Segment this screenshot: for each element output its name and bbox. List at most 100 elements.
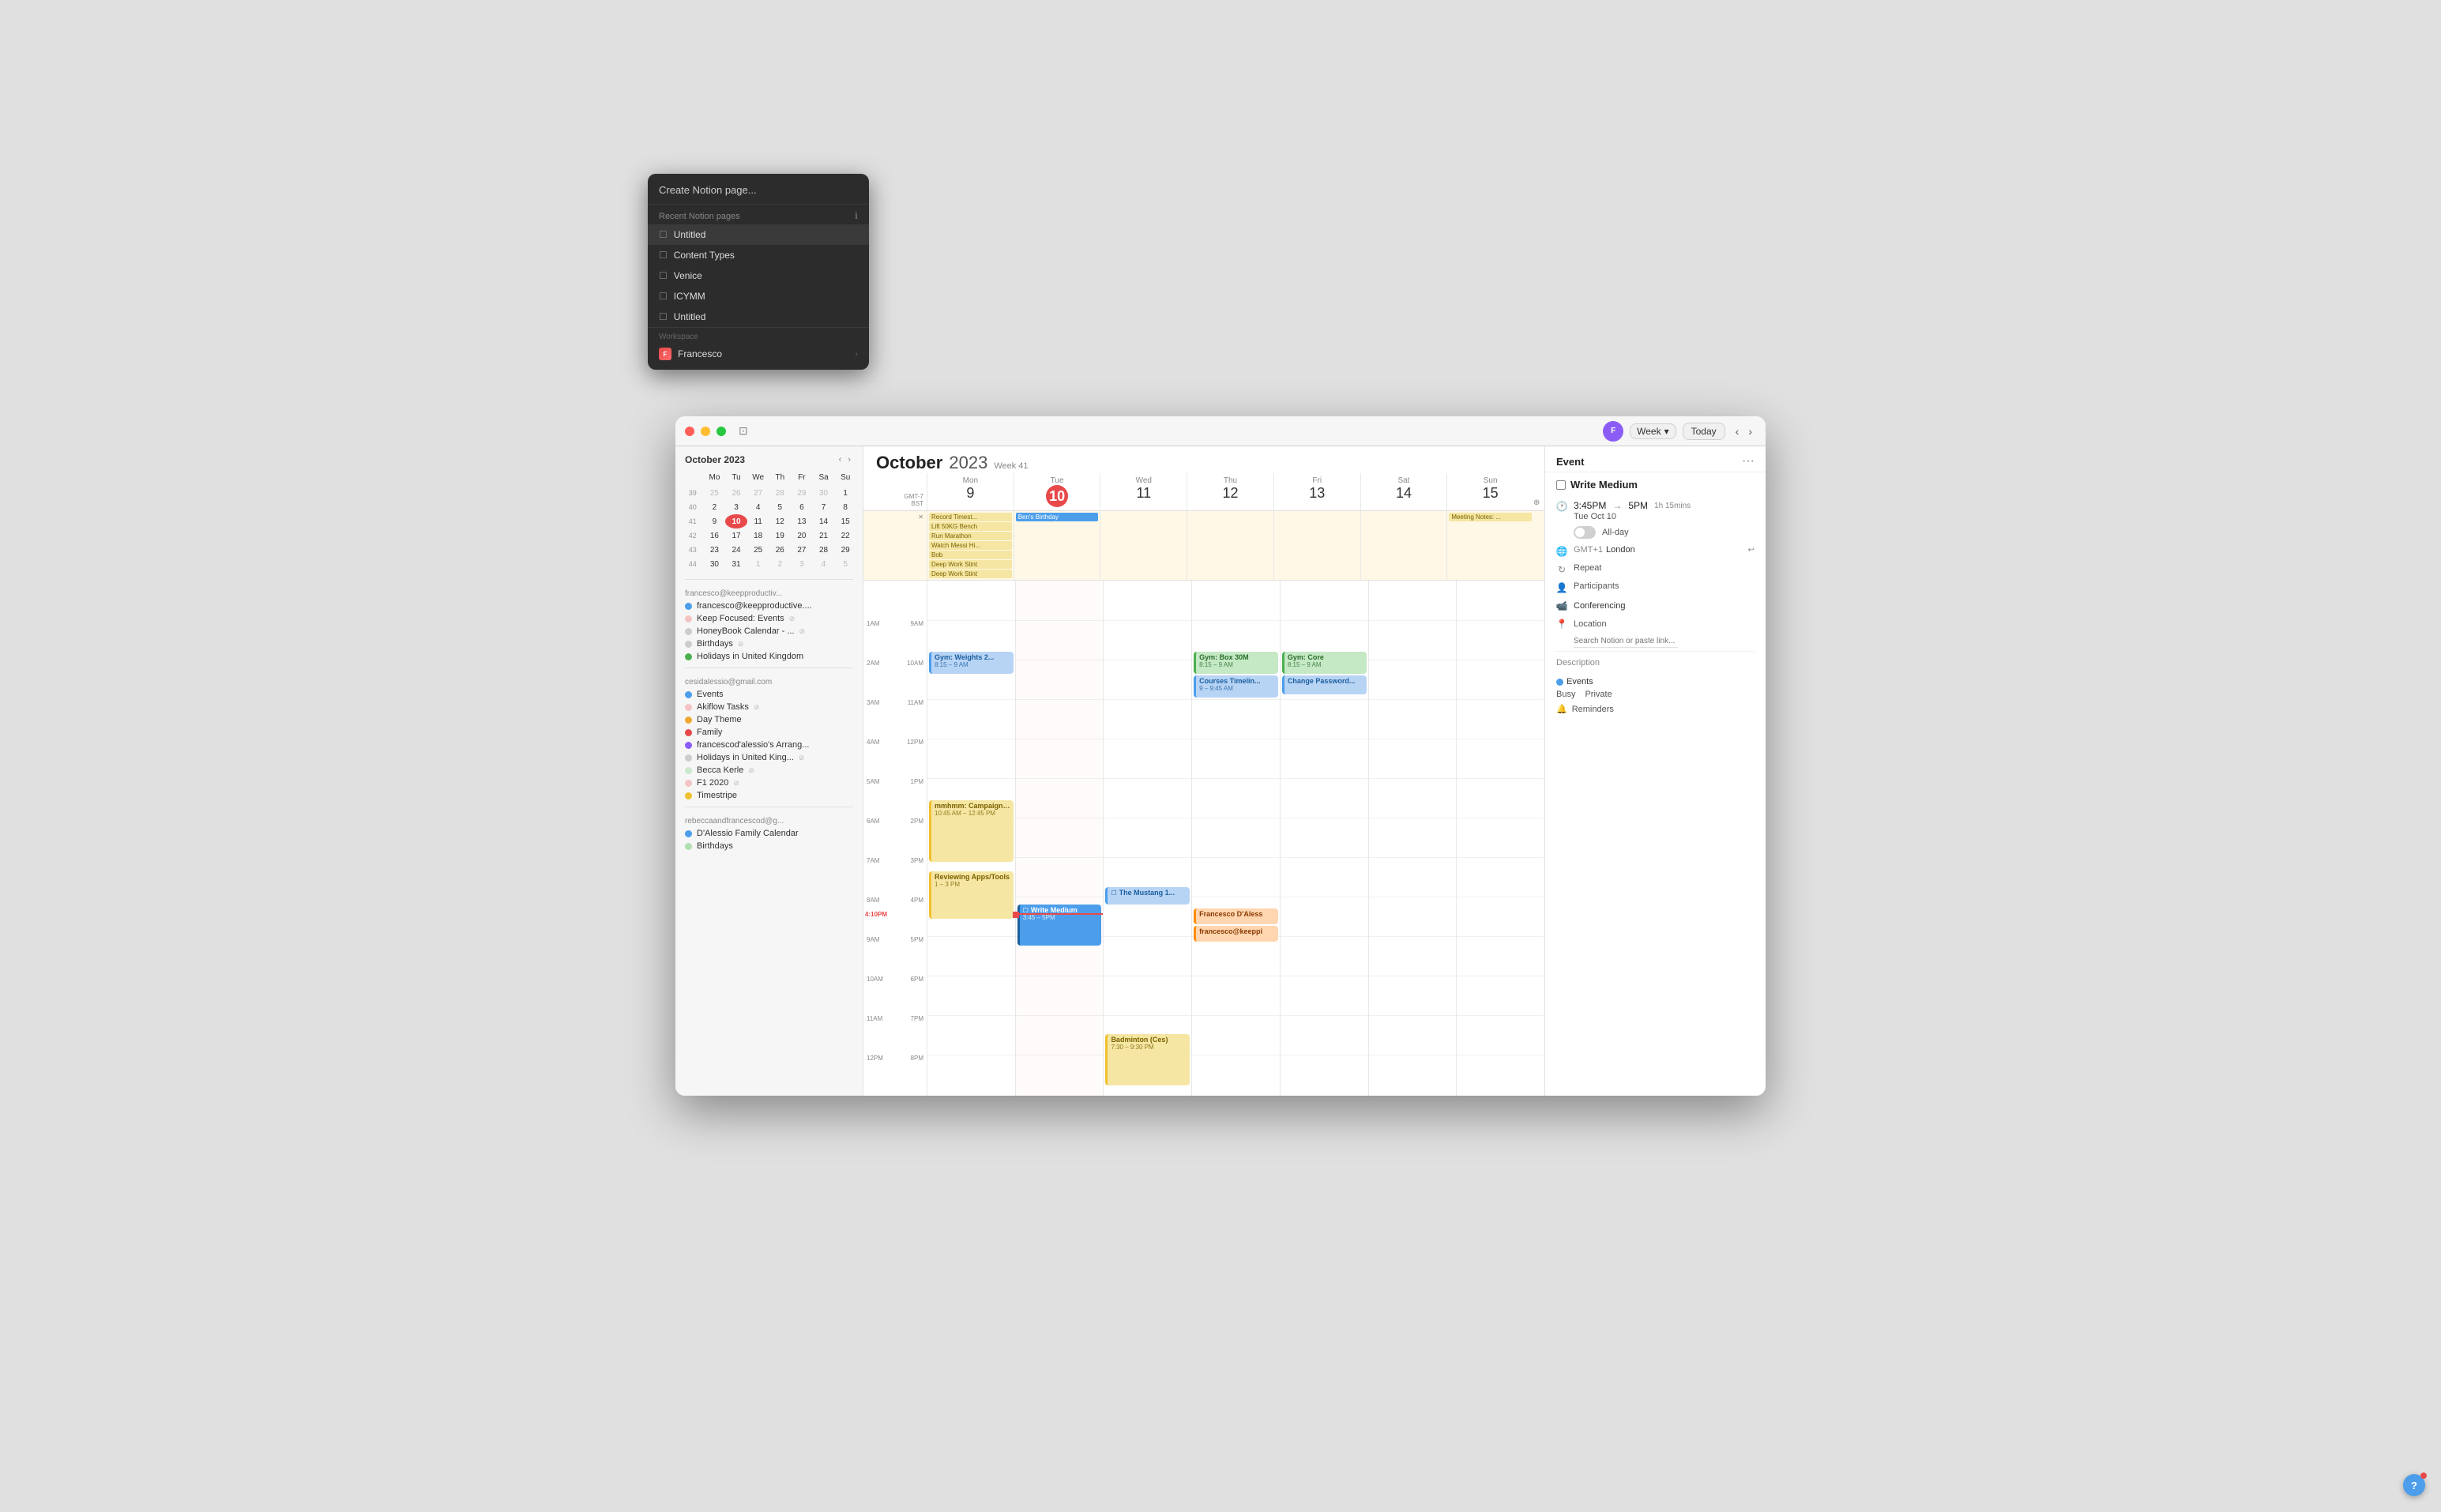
busy-label[interactable]: Busy (1556, 690, 1575, 699)
calendar-item-holidays-uk-2[interactable]: Holidays in United King... ⊘ (675, 751, 863, 764)
notion-item-icymm[interactable]: ☐ ICYMM (648, 286, 869, 307)
notion-help-icon[interactable]: ℹ (855, 211, 858, 221)
day-col-thu[interactable]: Gym: Box 30M 8:15 – 9 AM Courses Timelin… (1191, 581, 1280, 1096)
conferencing-row: 📹 Conferencing (1556, 596, 1755, 615)
day-header-tue[interactable]: Tue 10 (1014, 473, 1100, 510)
cal-badge-dot (1556, 679, 1563, 686)
mini-cal-week-40: 40 2 3 4 5 6 7 8 (682, 500, 856, 514)
calendar-item-events[interactable]: Events (675, 688, 863, 701)
day-col-fri[interactable]: Gym: Core 8:15 – 9 AM Change Password... (1280, 581, 1368, 1096)
notion-workspace-item[interactable]: F Francesco › (659, 344, 858, 363)
allday-toggle[interactable] (1574, 526, 1596, 539)
page-icon: ☐ (659, 311, 668, 322)
day-col-tue[interactable]: ☐ Write Medium 3:45 – 5PM (1015, 581, 1104, 1096)
calendar-item-becca[interactable]: Becca Kerle ⊘ (675, 764, 863, 777)
calendar-item-family[interactable]: Family (675, 726, 863, 739)
event-badminton[interactable]: Badminton (Ces) 7:30 – 9:30 PM (1105, 1034, 1190, 1085)
conferencing-label[interactable]: Conferencing (1574, 601, 1625, 611)
event-options-button[interactable]: ··· (1742, 454, 1755, 468)
banner-event[interactable]: Bob (929, 551, 1012, 559)
day-header-mon[interactable]: Mon 9 (927, 473, 1014, 510)
main-window: ⊡ F Week ▾ Today ‹ › October 2023 ‹ (675, 416, 1766, 1096)
day-col-sat[interactable] (1368, 581, 1457, 1096)
banner-event[interactable]: Run Marathon (929, 532, 1012, 540)
avatar[interactable]: F (1603, 421, 1623, 442)
event-reviewing[interactable]: Reviewing Apps/Tools 1 – 3 PM (929, 871, 1014, 919)
day-col-wed[interactable]: ☐ The Mustang 1... Badminton (Ces) 7:30 … (1103, 581, 1191, 1096)
cal-dot (685, 843, 692, 850)
maximize-button[interactable] (717, 427, 726, 436)
mini-cal-prev[interactable]: ‹ (837, 454, 844, 465)
mini-cal-today[interactable]: 10 (725, 514, 747, 528)
calendar-item-dalessio-family[interactable]: D'Alessio Family Calendar (675, 827, 863, 840)
workspace-arrow-icon: › (856, 350, 858, 359)
calendar-item-keepfocused[interactable]: Keep Focused: Events ⊘ (675, 612, 863, 625)
event-mustang[interactable]: ☐ The Mustang 1... (1105, 887, 1190, 905)
timezone-edit-icon[interactable]: ↩ (1748, 546, 1755, 555)
day-col-mon[interactable]: Gym: Weights 2... 8:15 – 9 AM mmhmm: Cam… (927, 581, 1015, 1096)
right-panel-title: Event (1556, 456, 1584, 468)
event-mmhmm[interactable]: mmhmm: Campaign [Film & Edit] 10:45 AM –… (929, 800, 1014, 862)
prev-arrow[interactable]: ‹ (1732, 423, 1743, 439)
calendar-item-holidays-uk[interactable]: Holidays in United Kingdom (675, 650, 863, 663)
event-gym-core[interactable]: Gym: Core 8:15 – 9 AM (1282, 652, 1367, 674)
event-gym-weights[interactable]: Gym: Weights 2... 8:15 – 9 AM (929, 652, 1014, 674)
repeat-label[interactable]: Repeat (1574, 563, 1601, 573)
notion-item-untitled-1[interactable]: ☐ Untitled (648, 224, 869, 245)
event-francesco-daless[interactable]: Francesco D'Aless (1194, 908, 1278, 924)
notion-search-input[interactable] (1574, 635, 1678, 648)
banner-event[interactable]: Watch Messi Hi... (929, 541, 1012, 550)
allday-wed (1100, 511, 1187, 580)
minimize-button[interactable] (701, 427, 710, 436)
help-button[interactable]: ? (2403, 1474, 2425, 1496)
day-header-fri[interactable]: Fri 13 (1273, 473, 1360, 510)
allday-event-birthday[interactable]: Ben's Birthday (1016, 513, 1099, 521)
day-header-sun[interactable]: Sun 15 (1446, 473, 1533, 510)
mini-cal-next[interactable]: › (845, 454, 853, 465)
event-checkbox[interactable] (1556, 480, 1566, 490)
notion-create-label: Create Notion page... (659, 184, 757, 196)
reminders-label[interactable]: Reminders (1572, 705, 1614, 714)
banner-event[interactable]: Deep Work Stint (929, 560, 1012, 569)
participants-label[interactable]: Participants (1574, 581, 1619, 591)
day-header-wed[interactable]: Wed 11 (1100, 473, 1187, 510)
cal-dot (685, 780, 692, 787)
calendar-item-francescod[interactable]: francescod'alessio's Arrang... (675, 739, 863, 751)
allday-event-meeting[interactable]: Meeting Notes: ... (1449, 513, 1532, 521)
hidden-icon: ⊘ (789, 615, 795, 623)
next-arrow[interactable]: › (1744, 423, 1756, 439)
calendar-item-honeybook[interactable]: HoneyBook Calendar - ... ⊘ (675, 625, 863, 638)
event-gym-box[interactable]: Gym: Box 30M 8:15 – 9 AM (1194, 652, 1278, 674)
event-change-passwords[interactable]: Change Password... (1282, 675, 1367, 694)
event-francesco-keeppi[interactable]: francesco@keeppi (1194, 926, 1278, 942)
calendar-item-birthdays-3[interactable]: Birthdays (675, 840, 863, 852)
calendar-item-keepproductive[interactable]: francesco@keepproductive.... (675, 600, 863, 612)
private-label[interactable]: Private (1585, 690, 1612, 699)
banner-event[interactable]: Lift 50KG Bench (929, 522, 1012, 531)
close-button[interactable] (685, 427, 694, 436)
day-header-thu[interactable]: Thu 12 (1187, 473, 1273, 510)
banner-event[interactable]: Record Timest... (929, 513, 1012, 521)
today-button[interactable]: Today (1683, 423, 1725, 440)
day-col-sun[interactable] (1456, 581, 1544, 1096)
notion-item-venice[interactable]: ☐ Venice (648, 265, 869, 286)
allday-fri (1273, 511, 1360, 580)
calendar-item-f1[interactable]: F1 2020 ⊘ (675, 777, 863, 789)
notion-item-untitled-2[interactable]: ☐ Untitled (648, 307, 869, 327)
notion-item-content-types[interactable]: ☐ Content Types (648, 245, 869, 265)
sidebar-toggle-icon[interactable]: ⊡ (739, 424, 748, 438)
event-courses[interactable]: Courses Timelin... 9 – 9:45 AM (1194, 675, 1278, 698)
cal-dot (685, 717, 692, 724)
view-selector[interactable]: Week ▾ (1630, 423, 1676, 439)
calendar-item-akiflow[interactable]: Akiflow Tasks ⊘ (675, 701, 863, 713)
calendar-week-badge: Week 41 (994, 461, 1028, 471)
timezone-city: London (1606, 545, 1635, 555)
banner-event[interactable]: Deep Work Stint (929, 570, 1012, 578)
calendar-item-daytheme[interactable]: Day Theme (675, 713, 863, 726)
day-header-sat[interactable]: Sat 14 (1360, 473, 1447, 510)
calendar-item-birthdays-1[interactable]: Birthdays ⊘ (675, 638, 863, 650)
event-write-medium[interactable]: ☐ Write Medium 3:45 – 5PM (1017, 905, 1102, 946)
calendar-item-timestripe[interactable]: Timestripe (675, 789, 863, 802)
location-label: Location (1574, 619, 1607, 629)
scrollable-body[interactable]: 1AM9AM 2AM10AM 3AM11AM 4AM12PM 5AM1PM 6A… (863, 581, 1544, 1096)
